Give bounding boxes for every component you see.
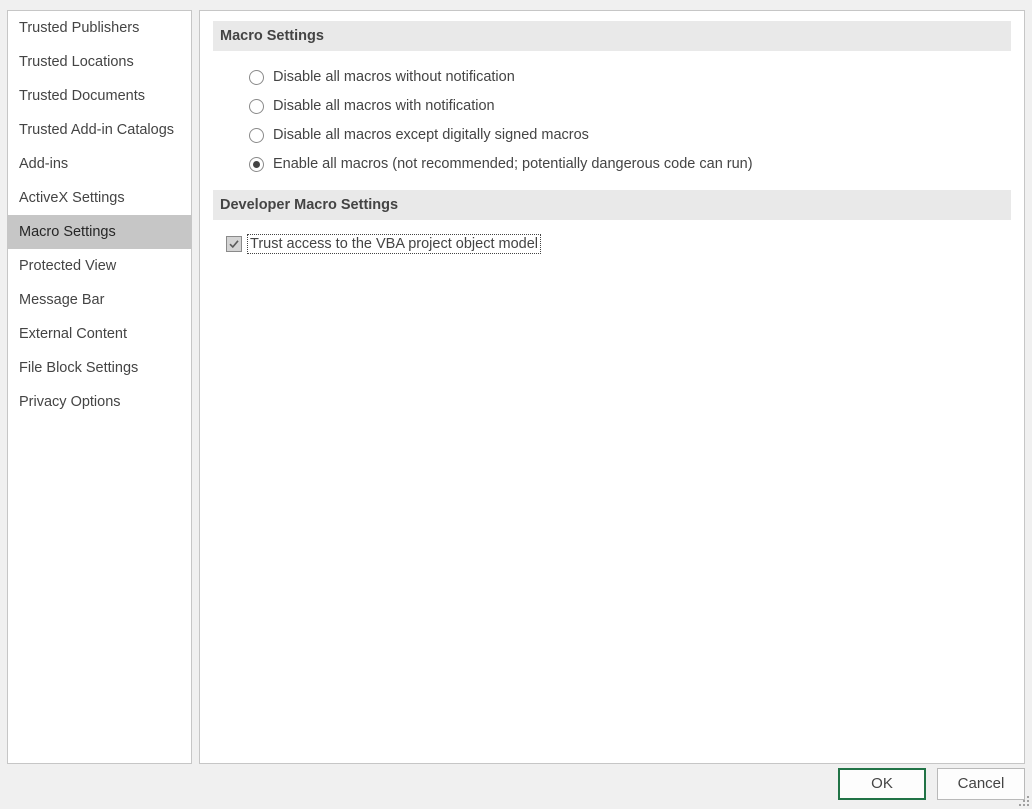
radio-button[interactable] [249, 127, 264, 143]
sidebar-item-file-block-settings[interactable]: File Block Settings [8, 351, 191, 385]
sidebar-item-message-bar[interactable]: Message Bar [8, 283, 191, 317]
sidebar-item-external-content[interactable]: External Content [8, 317, 191, 351]
radio-button-selected[interactable] [249, 156, 264, 172]
radio-button[interactable] [249, 98, 264, 114]
radio-disable-with-notification[interactable]: Disable all macros with notification [249, 95, 495, 117]
trust-vba-checkbox[interactable] [226, 236, 242, 252]
cancel-button[interactable]: Cancel [937, 768, 1025, 800]
radio-button[interactable] [249, 69, 264, 85]
trust-vba-label: Trust access to the VBA project object m… [247, 234, 541, 254]
sidebar-item-trusted-locations[interactable]: Trusted Locations [8, 45, 191, 79]
radio-label: Disable all macros without notification [273, 69, 515, 85]
sidebar-item-addins[interactable]: Add-ins [8, 147, 191, 181]
sidebar-item-privacy-options[interactable]: Privacy Options [8, 385, 191, 419]
sidebar-item-macro-settings[interactable]: Macro Settings [8, 215, 191, 249]
radio-dot-icon [253, 160, 260, 168]
settings-panel: Macro Settings Disable all macros withou… [199, 10, 1025, 764]
resize-grip-icon[interactable] [1018, 795, 1030, 807]
macro-settings-header: Macro Settings [213, 21, 1011, 51]
checkmark-icon [229, 240, 239, 249]
trust-center-dialog: Trusted Publishers Trusted Locations Tru… [0, 0, 1032, 809]
radio-label: Disable all macros except digitally sign… [273, 127, 589, 143]
sidebar-item-trusted-addin-catalogs[interactable]: Trusted Add-in Catalogs [8, 113, 191, 147]
sidebar-item-activex-settings[interactable]: ActiveX Settings [8, 181, 191, 215]
radio-label: Enable all macros (not recommended; pote… [273, 156, 753, 172]
trust-vba-access-option[interactable]: Trust access to the VBA project object m… [226, 232, 541, 256]
sidebar-item-trusted-documents[interactable]: Trusted Documents [8, 79, 191, 113]
radio-disable-except-signed[interactable]: Disable all macros except digitally sign… [249, 124, 589, 146]
radio-enable-all-macros[interactable]: Enable all macros (not recommended; pote… [249, 153, 753, 175]
sidebar-item-trusted-publishers[interactable]: Trusted Publishers [8, 11, 191, 45]
sidebar: Trusted Publishers Trusted Locations Tru… [7, 10, 192, 764]
ok-button[interactable]: OK [838, 768, 926, 800]
radio-disable-without-notification[interactable]: Disable all macros without notification [249, 66, 515, 88]
radio-label: Disable all macros with notification [273, 98, 495, 114]
developer-macro-settings-header: Developer Macro Settings [213, 190, 1011, 220]
sidebar-item-protected-view[interactable]: Protected View [8, 249, 191, 283]
